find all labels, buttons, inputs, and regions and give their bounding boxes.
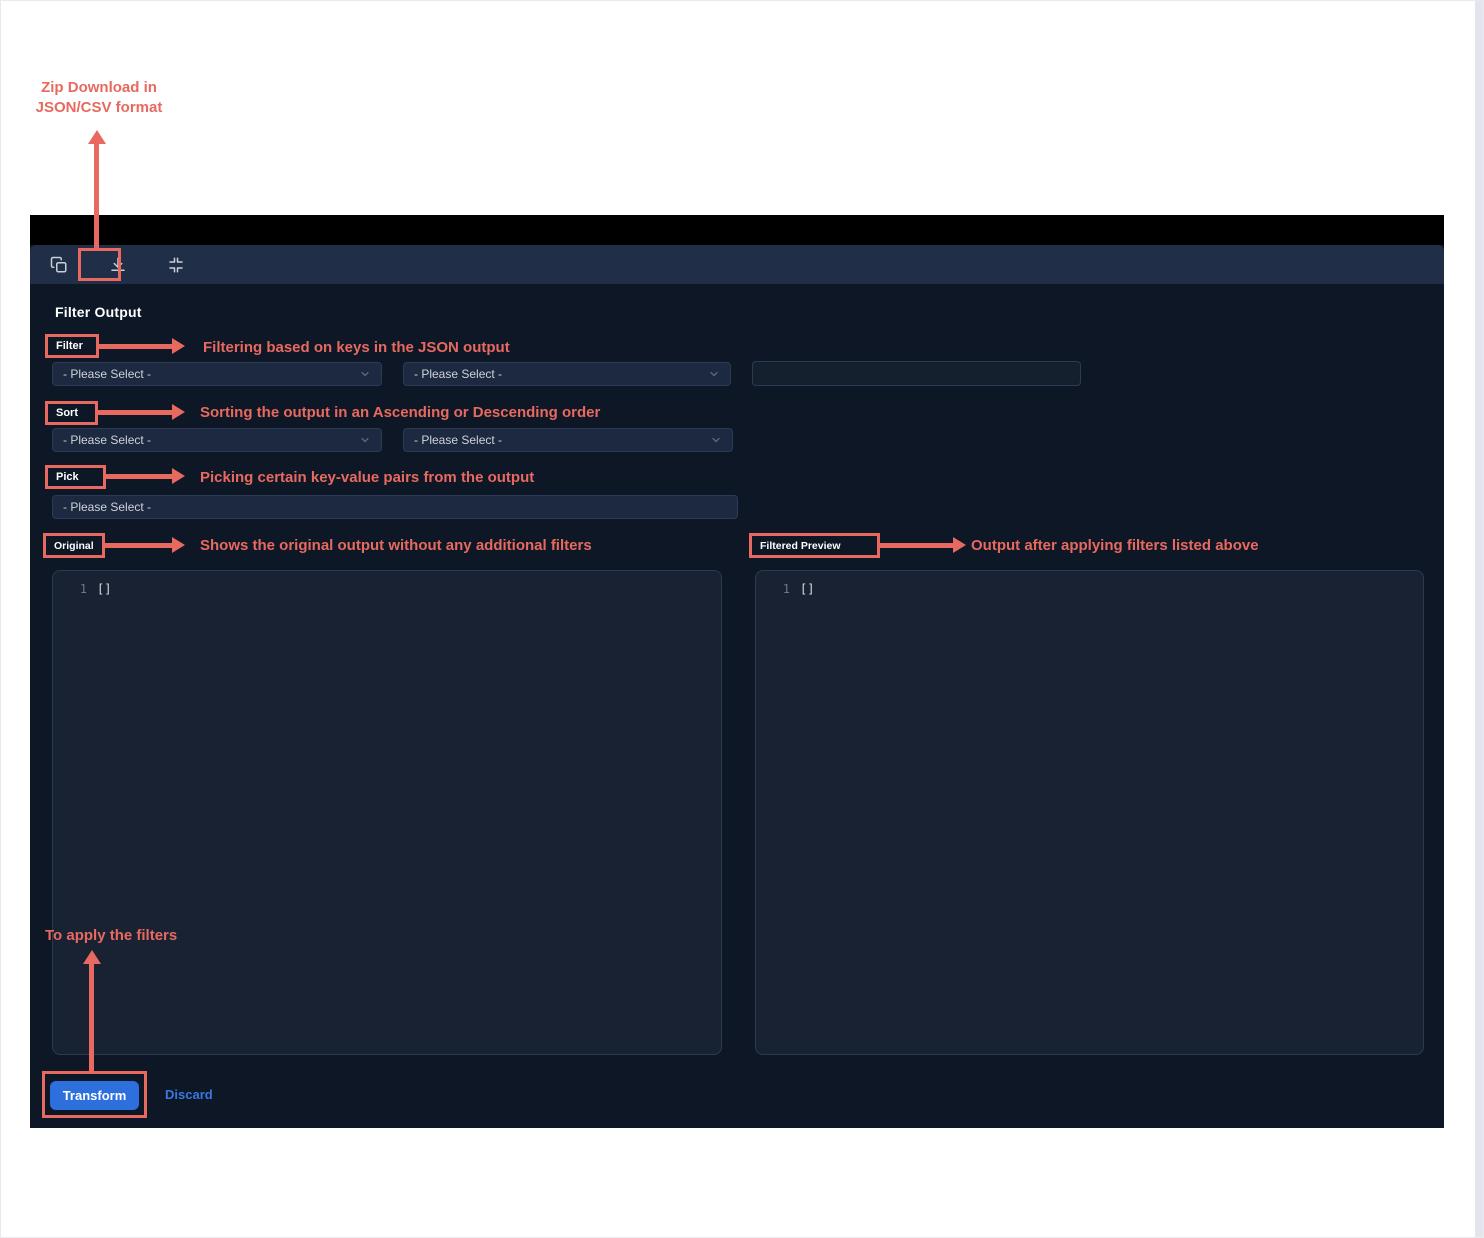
zip-arrow-line (94, 143, 99, 248)
line-number: 1 (53, 581, 87, 597)
chevron-down-icon (710, 434, 722, 446)
chevron-down-icon (359, 368, 371, 380)
code-content: [] (790, 581, 814, 597)
filter-operator-select-value: - Please Select - (414, 367, 502, 381)
annotation-box-filter: Filter (45, 334, 99, 358)
code-line: 1 [] (756, 581, 1423, 597)
original-arrow-line (105, 543, 173, 548)
page: Filter Output Filter Filtering based on … (0, 0, 1484, 1238)
original-annotation: Shows the original output without any ad… (200, 536, 592, 556)
annotation-box-sort: Sort (45, 401, 98, 425)
filter-arrow-line (99, 344, 173, 349)
sort-key-select[interactable]: - Please Select - (52, 428, 382, 452)
apply-annotation: To apply the filters (45, 926, 177, 946)
editor-toolbar (30, 245, 1444, 284)
copy-icon[interactable] (50, 256, 68, 274)
pick-annotation: Picking certain key-value pairs from the… (200, 468, 534, 488)
code-content: [] (87, 581, 111, 597)
page-title: Filter Output (55, 304, 142, 320)
sort-key-select-value: - Please Select - (63, 433, 151, 447)
sort-section-label: Sort (56, 407, 78, 419)
pick-arrow-head (172, 468, 185, 484)
original-editor-label: Original (54, 540, 94, 552)
annotation-box-pick: Pick (45, 465, 106, 489)
sort-arrow-line (98, 410, 173, 415)
original-code-editor[interactable]: 1 [] (52, 570, 722, 1055)
filter-value-input[interactable] (752, 361, 1081, 386)
annotation-box-filtered-preview: Filtered Preview (749, 533, 880, 558)
filter-key-select[interactable]: - Please Select - (52, 362, 382, 386)
filter-annotation: Filtering based on keys in the JSON outp… (203, 338, 510, 358)
chevron-down-icon (359, 434, 371, 446)
annotation-box-download (78, 248, 121, 281)
apply-arrow-line (89, 963, 94, 1071)
sort-arrow-head (172, 404, 185, 420)
filter-key-select-value: - Please Select - (63, 367, 151, 381)
zip-download-annotation: Zip Download in JSON/CSV format (18, 78, 180, 118)
filter-section-label: Filter (56, 340, 83, 352)
sort-order-select-value: - Please Select - (414, 433, 502, 447)
filtered-editor-label: Filtered Preview (760, 540, 841, 552)
transform-button[interactable]: Transform (50, 1081, 139, 1110)
pick-arrow-line (106, 474, 173, 479)
filtered-arrow-head (953, 537, 966, 553)
sort-annotation: Sorting the output in an Ascending or De… (200, 403, 600, 423)
pick-section-label: Pick (56, 471, 79, 483)
pick-select[interactable]: - Please Select - (52, 495, 738, 519)
annotation-box-original: Original (43, 533, 105, 558)
filtered-code-editor[interactable]: 1 [] (755, 570, 1424, 1055)
apply-arrow-head (83, 950, 101, 964)
sort-order-select[interactable]: - Please Select - (403, 428, 733, 452)
pick-select-value: - Please Select - (63, 500, 151, 514)
filtered-arrow-line (880, 543, 954, 548)
zip-arrow-head (88, 130, 106, 144)
original-arrow-head (172, 537, 185, 553)
filtered-annotation: Output after applying filters listed abo… (971, 536, 1259, 556)
window-top-bar (30, 215, 1444, 245)
discard-link[interactable]: Discard (165, 1087, 213, 1102)
page-scrollbar[interactable] (1475, 0, 1484, 1238)
chevron-down-icon (708, 368, 720, 380)
collapse-icon[interactable] (167, 256, 185, 274)
filter-arrow-head (172, 338, 185, 354)
filter-operator-select[interactable]: - Please Select - (403, 362, 731, 386)
code-line: 1 [] (53, 581, 721, 597)
line-number: 1 (756, 581, 790, 597)
